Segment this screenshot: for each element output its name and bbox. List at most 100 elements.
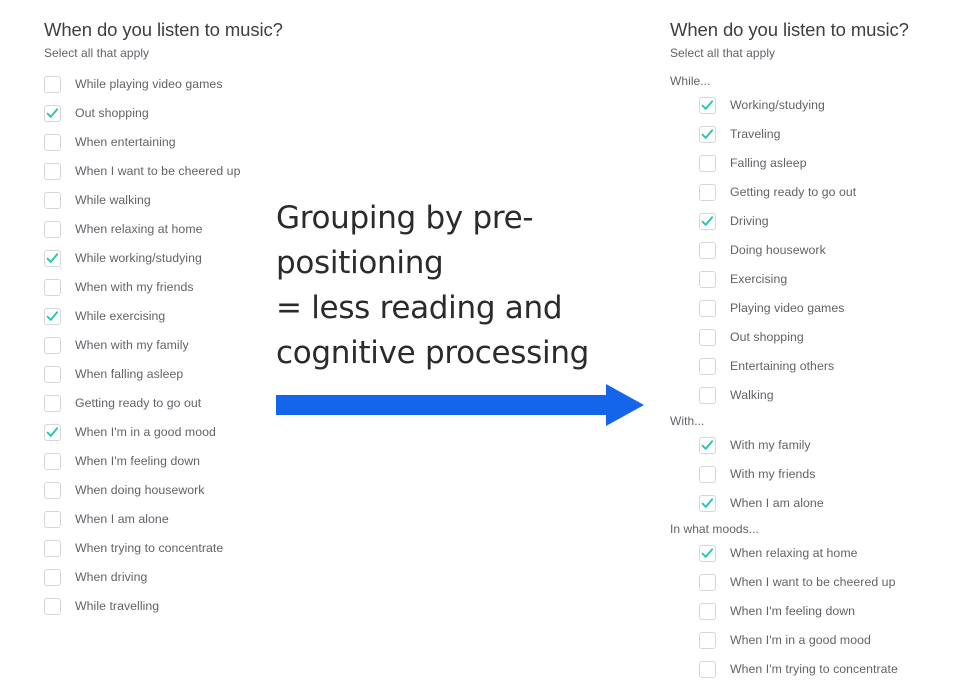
checkbox-option-label: While walking <box>75 193 151 207</box>
checkbox-option-row[interactable]: While exercising <box>44 305 304 327</box>
checkbox-option-row[interactable]: When falling asleep <box>44 363 304 385</box>
option-group: With... With my family With my friends When… <box>670 413 950 514</box>
checkbox-unchecked-icon[interactable] <box>44 75 61 93</box>
checkbox-option-row[interactable]: When relaxing at home <box>44 218 304 240</box>
checkbox-option-row[interactable]: Entertaining others <box>699 355 950 377</box>
checkbox-option-row[interactable]: When I'm in a good mood <box>44 421 304 443</box>
checkbox-unchecked-icon[interactable] <box>44 394 61 412</box>
checkbox-option-row[interactable]: Doing housework <box>699 239 950 261</box>
checkbox-option-row[interactable]: Driving <box>699 210 950 232</box>
checkbox-option-row[interactable]: While travelling <box>44 595 304 617</box>
checkbox-option-row[interactable]: With my family <box>699 434 950 456</box>
checkbox-option-row[interactable]: When I'm feeling down <box>44 450 304 472</box>
checkbox-unchecked-icon[interactable] <box>44 539 61 557</box>
checkbox-checked-icon[interactable] <box>699 96 716 114</box>
checkbox-checked-icon[interactable] <box>699 436 716 454</box>
checkbox-option-row[interactable]: While working/studying <box>44 247 304 269</box>
checkbox-option-row[interactable]: Playing video games <box>699 297 950 319</box>
checkbox-option-label: Playing video games <box>730 301 845 315</box>
checkbox-option-row[interactable]: When entertaining <box>44 131 304 153</box>
checkbox-unchecked-icon[interactable] <box>44 133 61 151</box>
checkbox-option-row[interactable]: When driving <box>44 566 304 588</box>
checkbox-option-row[interactable]: When I am alone <box>44 508 304 530</box>
grouped-survey-panel: When do you listen to music? Select all … <box>670 18 950 687</box>
checkbox-option-row[interactable]: When with my family <box>44 334 304 356</box>
checkbox-option-label: When I'm in a good mood <box>730 633 871 647</box>
checkbox-checked-icon[interactable] <box>44 307 61 325</box>
checkbox-option-label: With my family <box>730 438 811 452</box>
checkbox-option-row[interactable]: When I want to be cheered up <box>699 571 950 593</box>
checkbox-unchecked-icon[interactable] <box>44 597 61 615</box>
checkbox-option-row[interactable]: When I want to be cheered up <box>44 160 304 182</box>
checkbox-option-label: Driving <box>730 214 769 228</box>
checkbox-option-label: With my friends <box>730 467 816 481</box>
checkbox-option-row[interactable]: While walking <box>44 189 304 211</box>
checkbox-checked-icon[interactable] <box>699 125 716 143</box>
checkbox-option-row[interactable]: When with my friends <box>44 276 304 298</box>
checkbox-unchecked-icon[interactable] <box>699 660 716 678</box>
option-group: While... Working/studying Traveling Falling… <box>670 73 950 406</box>
checkbox-unchecked-icon[interactable] <box>699 299 716 317</box>
option-group: In what moods... When relaxing at home Whe… <box>670 521 950 680</box>
checkbox-option-row[interactable]: While playing video games <box>44 73 304 95</box>
checkbox-option-label: When I'm trying to concentrate <box>730 662 898 676</box>
checkbox-option-label: When falling asleep <box>75 367 184 381</box>
checkbox-unchecked-icon[interactable] <box>44 162 61 180</box>
checkbox-option-label: When with my family <box>75 338 189 352</box>
checkbox-unchecked-icon[interactable] <box>44 510 61 528</box>
checkbox-unchecked-icon[interactable] <box>699 154 716 172</box>
checkbox-checked-icon[interactable] <box>699 212 716 230</box>
grouped-survey-subtitle: Select all that apply <box>670 46 776 60</box>
checkbox-checked-icon[interactable] <box>44 104 61 122</box>
checkbox-unchecked-icon[interactable] <box>44 278 61 296</box>
checkbox-option-label: When I'm feeling down <box>730 604 856 618</box>
callout-text: Grouping by pre-positioning = less readi… <box>276 200 590 371</box>
ungrouped-survey-subtitle: Select all that apply <box>44 46 150 60</box>
checkbox-unchecked-icon[interactable] <box>44 481 61 499</box>
checkbox-unchecked-icon[interactable] <box>44 336 61 354</box>
checkbox-option-label: Walking <box>730 388 774 402</box>
ungrouped-survey-title: When do you listen to music? <box>44 19 283 40</box>
checkbox-unchecked-icon[interactable] <box>699 631 716 649</box>
checkbox-option-row[interactable]: Traveling <box>699 123 950 145</box>
checkbox-unchecked-icon[interactable] <box>699 270 716 288</box>
checkbox-unchecked-icon[interactable] <box>699 465 716 483</box>
checkbox-option-label: When relaxing at home <box>730 546 858 560</box>
checkbox-option-row[interactable]: When I'm feeling down <box>699 600 950 622</box>
checkbox-option-row[interactable]: When I'm in a good mood <box>699 629 950 651</box>
checkbox-option-row[interactable]: Walking <box>699 384 950 406</box>
checkbox-option-row[interactable]: When trying to concentrate <box>44 537 304 559</box>
checkbox-option-row[interactable]: Getting ready to go out <box>699 181 950 203</box>
checkbox-option-row[interactable]: When I am alone <box>699 492 950 514</box>
checkbox-checked-icon[interactable] <box>699 544 716 562</box>
checkbox-option-row[interactable]: When relaxing at home <box>699 542 950 564</box>
checkbox-unchecked-icon[interactable] <box>699 357 716 375</box>
checkbox-option-row[interactable]: Out shopping <box>699 326 950 348</box>
checkbox-unchecked-icon[interactable] <box>699 241 716 259</box>
checkbox-option-row[interactable]: Out shopping <box>44 102 304 124</box>
checkbox-checked-icon[interactable] <box>44 423 61 441</box>
checkbox-option-row[interactable]: With my friends <box>699 463 950 485</box>
checkbox-unchecked-icon[interactable] <box>44 452 61 470</box>
checkbox-checked-icon[interactable] <box>699 494 716 512</box>
checkbox-option-label: Traveling <box>730 127 781 141</box>
checkbox-unchecked-icon[interactable] <box>44 365 61 383</box>
checkbox-unchecked-icon[interactable] <box>699 328 716 346</box>
checkbox-unchecked-icon[interactable] <box>44 568 61 586</box>
checkbox-option-label: When driving <box>75 570 148 584</box>
checkbox-unchecked-icon[interactable] <box>44 220 61 238</box>
checkbox-unchecked-icon[interactable] <box>44 191 61 209</box>
checkbox-option-row[interactable]: Getting ready to go out <box>44 392 304 414</box>
checkbox-option-row[interactable]: Falling asleep <box>699 152 950 174</box>
checkbox-option-row[interactable]: Working/studying <box>699 94 950 116</box>
checkbox-option-row[interactable]: When I'm trying to concentrate <box>699 658 950 680</box>
checkbox-option-row[interactable]: Exercising <box>699 268 950 290</box>
checkbox-option-label: When I want to be cheered up <box>730 575 896 589</box>
checkbox-unchecked-icon[interactable] <box>699 573 716 591</box>
checkbox-unchecked-icon[interactable] <box>699 602 716 620</box>
checkbox-unchecked-icon[interactable] <box>699 386 716 404</box>
checkbox-checked-icon[interactable] <box>44 249 61 267</box>
checkbox-option-row[interactable]: When doing housework <box>44 479 304 501</box>
checkbox-option-label: Out shopping <box>730 330 804 344</box>
checkbox-unchecked-icon[interactable] <box>699 183 716 201</box>
